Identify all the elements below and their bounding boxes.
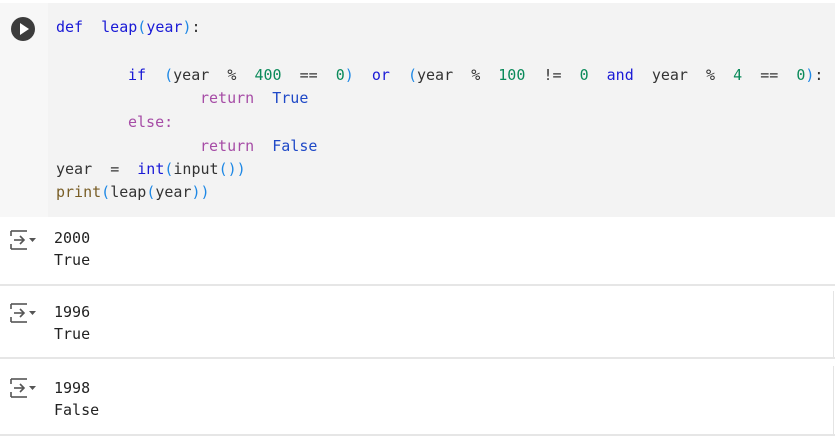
paren: ) [236, 160, 246, 178]
colon: : [191, 18, 201, 36]
keyword-or: or [371, 66, 390, 84]
number: 4 [733, 66, 743, 84]
keyword-and: and [606, 66, 634, 84]
keyword-return: return [200, 137, 255, 155]
keyword-else: else: [128, 113, 174, 131]
var-year: year [651, 66, 688, 84]
number: 100 [498, 66, 526, 84]
builtin-input: input [173, 160, 219, 178]
paren: ( [137, 18, 147, 36]
output-toggle-icon[interactable] [9, 377, 37, 399]
code-line-3: if (year % 400 == 0) or (year % 100 != 0… [128, 64, 823, 86]
paren: )) [191, 183, 210, 201]
function-call-leap: leap [110, 183, 147, 201]
param-name: year [146, 18, 183, 36]
code-line-1: def leap(year): [56, 16, 201, 38]
colon: : [814, 66, 824, 84]
paren: ) [344, 66, 354, 84]
output-input-value: 2000 [54, 229, 91, 247]
output-input-value: 1998 [54, 379, 91, 397]
number: 0 [579, 66, 589, 84]
paren: () [218, 160, 237, 178]
builtin-int: int [137, 160, 165, 178]
play-icon [20, 23, 29, 35]
output-block: 1998 False [0, 366, 835, 434]
output-toggle-icon[interactable] [9, 229, 37, 251]
paren: ( [407, 66, 417, 84]
keyword-return: return [200, 89, 255, 107]
var-year: year [173, 66, 210, 84]
output-border [833, 291, 834, 357]
operator: % [706, 66, 716, 84]
var-year: year [155, 183, 192, 201]
output-result: True [54, 251, 91, 269]
output-result: False [54, 401, 100, 419]
builtin-print: print [56, 183, 102, 201]
operator: % [227, 66, 237, 84]
function-name: leap [101, 18, 138, 36]
output-block: 1996 True [0, 291, 835, 357]
output-divider [0, 357, 835, 359]
code-line-8: print(leap(year)) [56, 181, 210, 203]
output-border [833, 366, 834, 434]
code-line-6: return False [200, 135, 317, 157]
operator: % [471, 66, 481, 84]
code-line-7: year = int(input()) [56, 158, 246, 180]
number: 0 [796, 66, 806, 84]
keyword-if: if [128, 66, 147, 84]
operator: == [760, 66, 779, 84]
output-input-value: 1996 [54, 303, 91, 321]
var-year: year [417, 66, 454, 84]
code-line-5: else: [128, 111, 173, 133]
paren: ( [101, 183, 111, 201]
boolean-true: True [272, 89, 309, 107]
output-toggle-icon[interactable] [9, 302, 37, 324]
var-year: year [56, 160, 93, 178]
notebook-page: def leap(year): if (year % 400 == 0) or … [0, 0, 835, 438]
number: 400 [254, 66, 282, 84]
output-divider [0, 434, 835, 436]
code-cell[interactable]: def leap(year): if (year % 400 == 0) or … [0, 3, 835, 217]
operator: != [543, 66, 562, 84]
paren: ( [164, 66, 174, 84]
paren: ( [146, 183, 156, 201]
output-result: True [54, 325, 91, 343]
run-cell-button[interactable] [11, 17, 35, 41]
output-divider [0, 284, 835, 286]
number: 0 [335, 66, 345, 84]
operator: == [299, 66, 318, 84]
code-line-4: return True [200, 87, 308, 109]
boolean-false: False [272, 137, 318, 155]
keyword-def: def [56, 18, 84, 36]
cell-gutter [0, 3, 48, 217]
code-editor[interactable]: def leap(year): if (year % 400 == 0) or … [48, 3, 835, 217]
operator: = [110, 160, 120, 178]
output-block: 2000 True [0, 217, 835, 285]
